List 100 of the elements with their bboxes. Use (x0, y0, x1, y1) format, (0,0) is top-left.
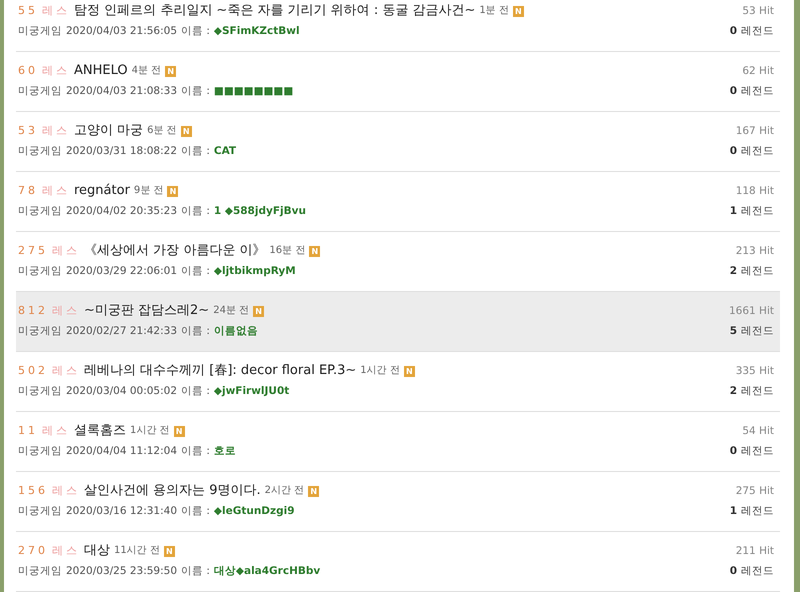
reply-count: 812 (18, 303, 48, 319)
hit-count: 1661 Hit (729, 304, 774, 319)
legend-label: 레전드 (741, 84, 774, 99)
post-date: 2020/03/29 22:06:01 (66, 264, 178, 279)
board-name: 미궁게임 (18, 504, 62, 519)
hit-count: 118 Hit (736, 184, 774, 199)
post-date: 2020/04/03 21:56:05 (66, 24, 178, 39)
name-label: 이름 : (181, 564, 210, 579)
name-label: 이름 : (181, 204, 210, 219)
thread-title[interactable]: 탐정 인페르의 추리일지 ~죽은 자를 기리기 위하여 : 동굴 감금사건~ (74, 2, 476, 20)
reply-label: 레스 (52, 303, 80, 319)
reply-count: 502 (18, 363, 48, 379)
author-name: 호로 (214, 444, 236, 459)
thread-row[interactable]: 270 레스 대상 11시간 전 N 211 Hit 미궁게임 2020/03/25 23:59:50 이름 : 대상◆ala4GrcHBbv 0 레전드 (16, 532, 780, 592)
thread-title[interactable]: ANHELO (74, 62, 128, 80)
new-badge: N (404, 366, 415, 376)
new-badge: N (167, 186, 178, 196)
name-label: 이름 : (181, 84, 210, 99)
reply-count: 156 (18, 483, 48, 499)
thread-row[interactable]: 78 레스 regnátor 9분 전 N 118 Hit 미궁게임 2020/04/02 20:35:23 이름 : 1 ◆588jdyFjBvu 1 레전드 (16, 172, 780, 232)
board-name: 미궁게임 (18, 264, 62, 279)
legend-count: 0 (730, 24, 737, 39)
author-name: 1 ◆588jdyFjBvu (214, 204, 306, 219)
time-ago: 9분 전 (134, 184, 164, 198)
reply-count: 270 (18, 543, 48, 559)
hit-count: 213 Hit (736, 244, 774, 259)
time-ago: 1시간 전 (360, 364, 400, 378)
hit-count: 211 Hit (736, 544, 774, 559)
thread-title[interactable]: 살인사건에 용의자는 9명이다. (84, 482, 261, 500)
thread-row[interactable]: 502 레스 레베나의 대수수께끼 [春]: decor floral EP.3~ 1시간 전 N 335 Hit 미궁게임 2020/03/04 00:05:02 이름 : ◆jwFirwlJU0t 2 레전드 (16, 352, 780, 412)
author-name: ◆jwFirwlJU0t (214, 384, 290, 399)
thread-row[interactable]: 11 레스 셜록홈즈 1시간 전 N 54 Hit 미궁게임 2020/04/04 11:12:04 이름 : 호로 0 레전드 (16, 412, 780, 472)
legend-label: 레전드 (741, 384, 774, 399)
legend-count: 1 (730, 504, 737, 519)
hit-count: 62 Hit (742, 64, 774, 79)
legend-count: 1 (730, 204, 737, 219)
legend-count: 0 (730, 84, 737, 99)
legend-label: 레전드 (741, 24, 774, 39)
hit-count: 167 Hit (736, 124, 774, 139)
reply-label: 레스 (52, 243, 80, 259)
thread-title[interactable]: ~미궁판 잡담스레2~ (84, 302, 210, 320)
board-name: 미궁게임 (18, 84, 62, 99)
author-name: ◆SFimKZctBwl (214, 24, 300, 39)
thread-title[interactable]: 고양이 마궁 (74, 122, 144, 140)
name-label: 이름 : (181, 384, 210, 399)
name-label: 이름 : (181, 24, 210, 39)
thread-row[interactable]: 60 레스 ANHELO 4분 전 N 62 Hit 미궁게임 2020/04/03 21:08:33 이름 : ■■■■■■■■ 0 레전드 (16, 52, 780, 112)
legend-count: 5 (730, 324, 737, 339)
reply-label: 레스 (42, 3, 70, 19)
thread-title[interactable]: 대상 (84, 542, 110, 560)
thread-title[interactable]: 《세상에서 가장 아름다운 이》 (84, 242, 266, 260)
time-ago: 11시간 전 (114, 544, 160, 558)
name-label: 이름 : (181, 264, 210, 279)
reply-label: 레스 (42, 423, 70, 439)
time-ago: 4분 전 (132, 64, 162, 78)
post-date: 2020/03/04 00:05:02 (66, 384, 178, 399)
post-date: 2020/03/31 18:08:22 (66, 144, 178, 159)
new-badge: N (165, 66, 176, 76)
thread-title[interactable]: 셜록홈즈 (74, 422, 126, 440)
reply-count: 78 (18, 183, 38, 199)
author-name: ◆leGtunDzgi9 (214, 504, 295, 519)
reply-count: 53 (18, 123, 38, 139)
legend-label: 레전드 (741, 324, 774, 339)
reply-label: 레스 (52, 543, 80, 559)
thread-row[interactable]: 812 레스 ~미궁판 잡담스레2~ 24분 전 N 1661 Hit 미궁게임 2020/02/27 21:42:33 이름 : 이름없음 5 레전드 (16, 292, 780, 352)
author-name: 대상◆ala4GrcHBbv (214, 564, 320, 579)
reply-label: 레스 (42, 63, 70, 79)
legend-count: 0 (730, 444, 737, 459)
hit-count: 335 Hit (736, 364, 774, 379)
legend-count: 0 (730, 144, 737, 159)
legend-count: 2 (730, 264, 737, 279)
post-date: 2020/02/27 21:42:33 (66, 324, 178, 339)
legend-count: 0 (730, 564, 737, 579)
legend-label: 레전드 (741, 204, 774, 219)
thread-row[interactable]: 55 레스 탐정 인페르의 추리일지 ~죽은 자를 기리기 위하여 : 동굴 감금사건~ 1분 전 N 53 Hit 미궁게임 2020/04/03 21:56:05 이름 : ◆SFimKZctBwl 0 레전드 (16, 0, 780, 52)
hit-count: 53 Hit (742, 4, 774, 19)
time-ago: 6분 전 (147, 124, 177, 138)
post-date: 2020/04/03 21:08:33 (66, 84, 178, 99)
author-name: CAT (214, 144, 236, 159)
name-label: 이름 : (181, 144, 210, 159)
thread-title[interactable]: regnátor (74, 182, 130, 200)
name-label: 이름 : (181, 444, 210, 459)
new-badge: N (308, 486, 320, 496)
reply-label: 레스 (52, 483, 80, 499)
thread-row[interactable]: 53 레스 고양이 마궁 6분 전 N 167 Hit 미궁게임 2020/03/31 18:08:22 이름 : CAT 0 레전드 (16, 112, 780, 172)
hit-count: 54 Hit (742, 424, 774, 439)
board-name: 미궁게임 (18, 24, 62, 39)
thread-row[interactable]: 156 레스 살인사건에 용의자는 9명이다. 2시간 전 N 275 Hit 미궁게임 2020/03/16 12:31:40 이름 : ◆leGtunDzgi9 1 레전드 (16, 472, 780, 532)
board-name: 미궁게임 (18, 384, 62, 399)
reply-count: 60 (18, 63, 38, 79)
time-ago: 1시간 전 (130, 424, 170, 438)
board-name: 미궁게임 (18, 204, 62, 219)
new-badge: N (253, 306, 264, 316)
legend-label: 레전드 (741, 564, 774, 579)
time-ago: 1분 전 (479, 4, 509, 18)
legend-label: 레전드 (741, 264, 774, 279)
legend-count: 2 (730, 384, 737, 399)
new-badge: N (164, 546, 175, 556)
thread-title[interactable]: 레베나의 대수수께끼 [春]: decor floral EP.3~ (84, 362, 356, 380)
legend-label: 레전드 (741, 144, 774, 159)
